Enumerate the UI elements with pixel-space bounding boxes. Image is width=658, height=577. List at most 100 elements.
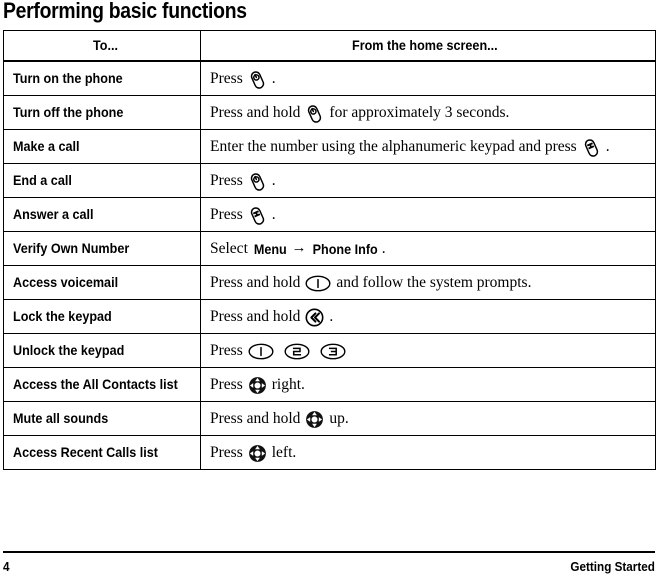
table-row: End a call Press. [3, 163, 656, 198]
row-label-cell: Answer a call [3, 197, 201, 232]
header-cell-to: To... [3, 30, 201, 62]
instruction-text: Press [210, 375, 243, 393]
row-instruction-cell: Press and hold. [200, 299, 656, 334]
row-instruction-cell: Press [200, 333, 656, 368]
footer-section-name: Getting Started [570, 559, 655, 574]
row-label-cell: Mute all sounds [3, 401, 201, 436]
instruction-text: Press [210, 69, 243, 87]
row-label: Make a call [13, 137, 80, 154]
row-instruction-cell: Press and hold and follow the system prom… [200, 265, 656, 300]
table-row: Access voicemail Press and hold and follow… [3, 265, 656, 300]
key-1-icon [305, 275, 331, 292]
instruction-text: Press [210, 443, 243, 461]
header-cell-from-home-screen: From the home screen... [200, 30, 656, 62]
instruction-text: Press [210, 205, 243, 223]
row-instruction: Press. [210, 171, 655, 191]
row-instruction: Press. [210, 205, 655, 225]
instruction-text: Press and hold [210, 409, 301, 427]
row-label: Access Recent Calls list [13, 443, 158, 460]
send-call-key-icon [248, 206, 267, 226]
row-instruction: Enter the number using the alphanumeric … [210, 137, 655, 157]
row-instruction-cell: Press right. [200, 367, 656, 402]
table-header-row: To... From the home screen... [3, 30, 656, 62]
row-instruction: Press right. [210, 375, 655, 394]
menu-path-arrow-icon: → [291, 240, 307, 256]
table-row: Make a call Enter the number using the al… [3, 129, 656, 164]
power-end-key-icon [248, 172, 267, 192]
table-row: Access the All Contacts list Press right. [3, 367, 656, 402]
key-1-icon [248, 343, 274, 360]
table-row: Turn on the phone Press. [3, 60, 656, 96]
instruction-text: . [271, 205, 276, 223]
instruction-text: . [381, 239, 386, 257]
instruction-text: Press [210, 171, 243, 189]
menu-path-item: Phone Info [313, 240, 379, 257]
navigation-key-icon [248, 376, 267, 395]
navigation-key-icon [248, 444, 267, 463]
key-3-icon [320, 343, 346, 360]
instruction-text: left. [271, 443, 297, 461]
row-label: Lock the keypad [13, 307, 112, 324]
page-title: Performing basic functions [3, 0, 247, 23]
instruction-text: Select [210, 239, 248, 257]
table-row: Verify Own Number Select Menu → Phone Info. [3, 231, 656, 266]
menu-path-item: Menu [253, 240, 287, 257]
instruction-text: Press and hold [210, 273, 301, 291]
table-row: Unlock the keypad Press [3, 333, 656, 368]
row-instruction-cell: Press. [200, 197, 656, 232]
row-instruction: Press. [210, 69, 655, 89]
row-instruction: Press and hold up. [210, 409, 655, 428]
basic-functions-table: To... From the home screen... Turn on th… [3, 30, 656, 470]
header-label-from-home-screen: From the home screen... [351, 36, 498, 53]
table-row: Answer a call Press. [3, 197, 656, 232]
row-instruction-cell: Select Menu → Phone Info. [200, 231, 656, 266]
row-label: Answer a call [13, 205, 94, 222]
row-label-cell: Access the All Contacts list [3, 367, 201, 402]
power-end-key-icon [248, 70, 267, 90]
row-label: Access voicemail [13, 273, 119, 290]
row-label: Access the All Contacts list [13, 375, 178, 392]
instruction-text: Press and hold [210, 103, 301, 121]
instruction-text: Press [210, 341, 243, 359]
row-instruction-cell: Press. [200, 163, 656, 198]
navigation-key-icon [305, 410, 324, 429]
row-label: Unlock the keypad [13, 341, 125, 358]
row-label-cell: End a call [3, 163, 201, 198]
row-instruction: Press and hold and follow the system prom… [210, 273, 655, 292]
row-instruction: Select Menu → Phone Info. [210, 241, 655, 257]
instruction-text: right. [271, 375, 305, 393]
row-instruction: Press and hold. [210, 307, 655, 327]
row-label: End a call [13, 171, 72, 188]
row-label-cell: Turn on the phone [3, 60, 201, 96]
instruction-text: . [329, 307, 334, 325]
table-row: Turn off the phone Press and hold for appr… [3, 95, 656, 130]
instruction-text: . [605, 137, 610, 155]
table-row: Access Recent Calls list Press left. [3, 435, 656, 470]
row-label-cell: Make a call [3, 129, 201, 164]
row-instruction: Press and hold for approximately 3 second… [210, 103, 655, 123]
instruction-text: up. [329, 409, 349, 427]
row-instruction-cell: Press left. [200, 435, 656, 470]
row-instruction: Press [210, 341, 655, 360]
row-label-cell: Lock the keypad [3, 299, 201, 334]
row-label: Turn off the phone [13, 103, 124, 120]
back-double-chevron-key-icon [305, 308, 324, 327]
row-label-cell: Verify Own Number [3, 231, 201, 266]
table-row: Lock the keypad Press and hold. [3, 299, 656, 334]
footer-page-number: 4 [3, 559, 10, 574]
row-instruction-cell: Press and hold for approximately 3 second… [200, 95, 656, 130]
instruction-text: for approximately 3 seconds. [329, 103, 510, 121]
row-label-cell: Unlock the keypad [3, 333, 201, 368]
instruction-text: Enter the number using the alphanumeric … [210, 137, 577, 155]
row-instruction-cell: Press. [200, 60, 656, 96]
footer-divider [3, 551, 655, 553]
row-label: Mute all sounds [13, 409, 109, 426]
row-instruction: Press left. [210, 443, 655, 462]
table-body: Turn on the phone Press. Turn off the phon… [3, 60, 656, 470]
instruction-text: . [271, 171, 276, 189]
power-end-key-icon [305, 104, 324, 124]
key-2-icon [284, 343, 310, 360]
instruction-text: . [271, 69, 276, 87]
row-instruction-cell: Press and hold up. [200, 401, 656, 436]
row-label-cell: Turn off the phone [3, 95, 201, 130]
